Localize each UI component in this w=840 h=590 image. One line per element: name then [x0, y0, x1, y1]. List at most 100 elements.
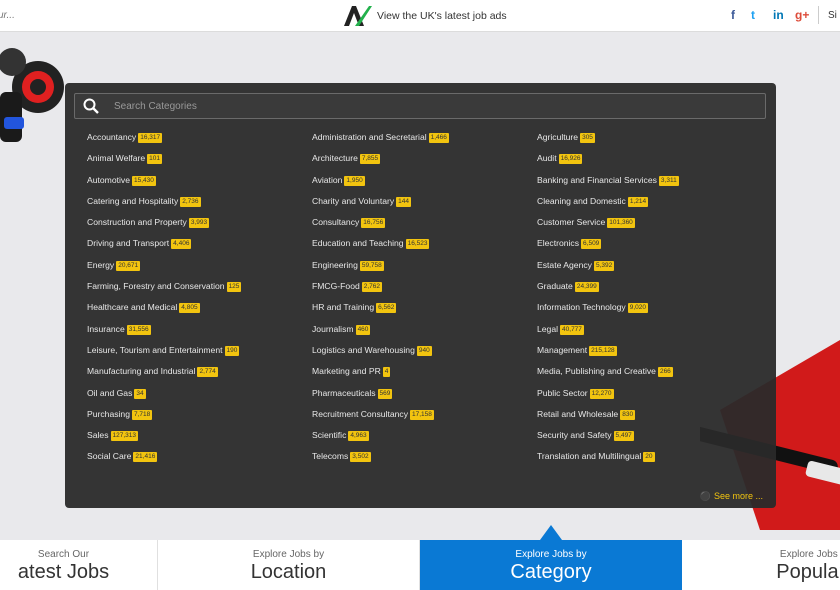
category-link[interactable]: Legal 40,777: [537, 324, 757, 345]
category-count-badge: 3,993: [188, 218, 210, 229]
category-label: Architecture: [312, 153, 358, 164]
category-link[interactable]: Public Sector 12,270: [537, 388, 757, 409]
category-search-box[interactable]: [74, 93, 766, 119]
category-count-badge: 940: [416, 345, 432, 356]
category-link[interactable]: Agriculture 305: [537, 132, 757, 153]
category-count-badge: 3,502: [350, 452, 371, 463]
facebook-icon[interactable]: f: [731, 8, 735, 22]
category-link[interactable]: Media, Publishing and Creative 266: [537, 366, 757, 387]
category-count-badge: 305: [580, 133, 595, 143]
category-link[interactable]: Manufacturing and Industrial 2,774: [87, 366, 307, 387]
category-link[interactable]: Catering and Hospitality 2,736: [87, 196, 307, 217]
category-link[interactable]: Cleaning and Domestic 1,214: [537, 196, 757, 217]
category-count-badge: 21,416: [133, 452, 158, 463]
category-link[interactable]: Graduate 24,399: [537, 281, 757, 302]
see-more-label: See more ...: [713, 491, 763, 501]
category-link[interactable]: Customer Service 101,360: [537, 217, 757, 238]
category-count-badge: 101: [147, 154, 162, 165]
category-label: Legal: [537, 323, 559, 334]
category-count-badge: 1,950: [344, 175, 365, 186]
sign-in-link[interactable]: Si: [828, 10, 837, 21]
category-link[interactable]: Farming, Forestry and Conservation 125: [87, 281, 307, 302]
category-link[interactable]: Retail and Wholesale 830: [537, 409, 757, 430]
category-label: Journalism: [312, 323, 354, 334]
category-link[interactable]: Logistics and Warehousing 940: [312, 345, 532, 366]
category-link[interactable]: Automotive 15,430: [87, 175, 307, 196]
tab-popularity[interactable]: Explore Jobs b Populari: [682, 540, 840, 590]
category-link[interactable]: Security and Safety 5,497: [537, 430, 757, 451]
category-link[interactable]: Administration and Secretarial 1,466: [312, 132, 532, 153]
category-link[interactable]: Audit 16,926: [537, 153, 757, 174]
category-link[interactable]: Construction and Property 3,993: [87, 217, 307, 238]
category-count-badge: 6,509: [581, 239, 602, 250]
category-link[interactable]: Energy 20,671: [87, 260, 307, 281]
category-link[interactable]: Journalism 460: [312, 324, 532, 345]
category-count-badge: 215,128: [589, 345, 617, 356]
category-link[interactable]: Insurance 31,556: [87, 324, 307, 345]
category-link[interactable]: Estate Agency 5,392: [537, 260, 757, 281]
tag-icon: ⚫: [699, 491, 711, 501]
category-link[interactable]: HR and Training 6,562: [312, 302, 532, 323]
category-link[interactable]: Telecoms 3,502: [312, 451, 532, 472]
category-label: Cleaning and Domestic: [537, 195, 626, 206]
category-link[interactable]: Oil and Gas 34: [87, 388, 307, 409]
category-link[interactable]: Marketing and PR 4: [312, 366, 532, 387]
category-label: Agriculture: [537, 132, 579, 142]
category-link[interactable]: Sales 127,313: [87, 430, 307, 451]
category-link[interactable]: Engineering 59,758: [312, 260, 532, 281]
category-label: Social Care: [87, 451, 132, 462]
category-count-badge: 12,270: [589, 388, 614, 399]
divider: [818, 6, 819, 24]
tab-category[interactable]: Explore Jobs by Category: [420, 540, 682, 590]
category-link[interactable]: Accountancy 16,317: [87, 132, 307, 153]
category-count-badge: 125: [226, 282, 242, 293]
category-link[interactable]: Banking and Financial Services 3,311: [537, 175, 757, 196]
category-label: Animal Welfare: [87, 153, 146, 164]
category-label: HR and Training: [312, 302, 375, 313]
category-link[interactable]: Driving and Transport 4,406: [87, 238, 307, 259]
category-label: Insurance: [87, 323, 125, 334]
category-link[interactable]: Aviation 1,950: [312, 175, 532, 196]
category-link[interactable]: Pharmaceuticals 569: [312, 388, 532, 409]
category-link[interactable]: Recruitment Consultancy 17,158: [312, 409, 532, 430]
see-more-link[interactable]: ⚫ See more ...: [700, 491, 763, 502]
category-label: Catering and Hospitality: [87, 195, 179, 206]
category-link[interactable]: Leisure, Tourism and Entertainment 190: [87, 345, 307, 366]
category-link[interactable]: Information Technology 9,020: [537, 302, 757, 323]
google-plus-icon[interactable]: g+: [795, 8, 809, 22]
category-label: FMCG-Food: [312, 281, 360, 292]
category-link[interactable]: Social Care 21,416: [87, 451, 307, 472]
tab-big-label: Category: [510, 561, 592, 583]
twitter-icon[interactable]: t: [751, 8, 755, 22]
category-search-input[interactable]: [114, 98, 744, 114]
linkedin-icon[interactable]: in: [773, 8, 784, 22]
category-count-badge: 40,777: [560, 324, 584, 335]
category-link[interactable]: Purchasing 7,718: [87, 409, 307, 430]
category-label: Accountancy: [87, 132, 137, 142]
category-link[interactable]: Charity and Voluntary 144: [312, 196, 532, 217]
category-count-badge: 16,756: [361, 218, 386, 229]
category-link[interactable]: Architecture 7,855: [312, 153, 532, 174]
desk-toy-decoration: [0, 48, 64, 142]
tab-latest-jobs[interactable]: Search Our atest Jobs: [0, 540, 158, 590]
category-link[interactable]: Consultancy 16,756: [312, 217, 532, 238]
category-link[interactable]: Management 215,128: [537, 345, 757, 366]
category-link[interactable]: Animal Welfare 101: [87, 153, 307, 174]
category-link[interactable]: Electronics 6,509: [537, 238, 757, 259]
category-label: Healthcare and Medical: [87, 302, 178, 313]
active-tab-pointer: [540, 525, 562, 540]
category-link[interactable]: Translation and Multilingual 20: [537, 451, 757, 472]
category-count-badge: 144: [396, 196, 412, 207]
category-label: Leisure, Tourism and Entertainment: [87, 344, 223, 355]
category-count-badge: 830: [620, 409, 636, 420]
site-logo[interactable]: [342, 4, 372, 28]
tab-location[interactable]: Explore Jobs by Location: [158, 540, 420, 590]
category-count-badge: 16,523: [405, 239, 430, 250]
category-link[interactable]: Healthcare and Medical 4,805: [87, 302, 307, 323]
tab-small-label: Explore Jobs by: [515, 549, 587, 560]
category-link[interactable]: FMCG-Food 2,762: [312, 281, 532, 302]
category-label: Estate Agency: [537, 259, 592, 270]
category-link[interactable]: Scientific 4,963: [312, 430, 532, 451]
category-link[interactable]: Education and Teaching 16,523: [312, 238, 532, 259]
category-label: Electronics: [537, 238, 580, 249]
